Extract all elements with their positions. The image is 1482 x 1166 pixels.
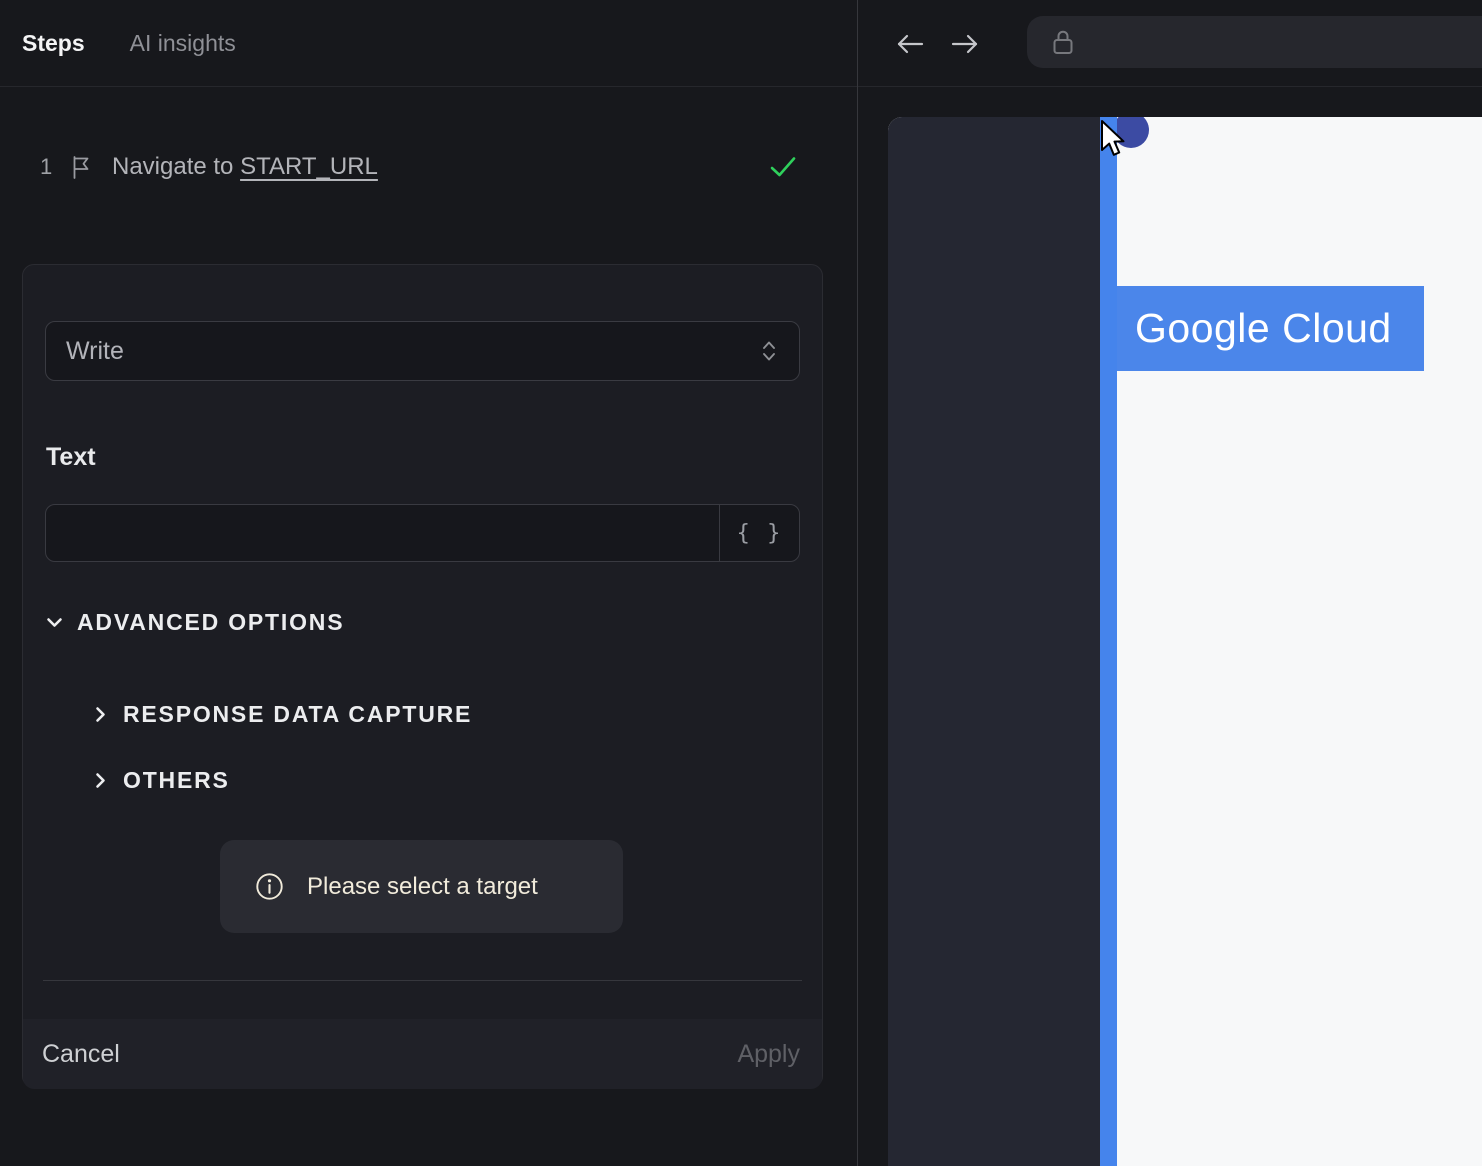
step-number: 1 bbox=[40, 154, 53, 179]
text-field-label: Text bbox=[46, 443, 96, 471]
start-url-link[interactable]: START_URL bbox=[240, 153, 378, 180]
chevron-down-icon bbox=[45, 613, 64, 632]
step-title: Navigate to START_URL bbox=[112, 153, 378, 181]
flag-icon bbox=[70, 155, 93, 180]
app-window: Steps AI insights 1 Navigate to START_UR… bbox=[0, 0, 1482, 1166]
insert-variable-button[interactable]: { } bbox=[719, 505, 799, 561]
action-select[interactable]: Write bbox=[45, 321, 800, 381]
editor-footer: Cancel Apply bbox=[23, 1019, 822, 1089]
select-target-hint: Please select a target bbox=[220, 840, 623, 933]
check-icon bbox=[768, 155, 798, 179]
advanced-options-label: ADVANCED OPTIONS bbox=[77, 608, 345, 635]
response-data-capture-label: RESPONSE DATA CAPTURE bbox=[123, 700, 473, 727]
others-toggle[interactable]: OTHERS bbox=[91, 765, 230, 795]
info-icon bbox=[254, 871, 285, 902]
others-label: OTHERS bbox=[123, 766, 230, 793]
lock-icon bbox=[1051, 28, 1075, 56]
browser-viewport: Google Cloud bbox=[888, 117, 1482, 1166]
forward-button[interactable] bbox=[949, 29, 981, 59]
step-title-prefix: Navigate to bbox=[112, 153, 241, 180]
cancel-button[interactable]: Cancel bbox=[42, 1040, 120, 1069]
footer-divider bbox=[43, 980, 802, 981]
browser-panel: Google Cloud bbox=[858, 0, 1482, 1166]
mouse-cursor bbox=[1101, 120, 1125, 156]
google-cloud-label: Google Cloud bbox=[1135, 305, 1392, 351]
tab-ai-insights[interactable]: AI insights bbox=[130, 30, 236, 57]
apply-button[interactable]: Apply bbox=[737, 1040, 800, 1069]
response-data-capture-toggle[interactable]: RESPONSE DATA CAPTURE bbox=[91, 699, 472, 729]
text-input[interactable] bbox=[46, 505, 719, 561]
browser-topbar bbox=[858, 0, 1482, 87]
steps-panel: Steps AI insights 1 Navigate to START_UR… bbox=[0, 0, 857, 1166]
step-editor-card: Write Text { } ADVANCED OPTIONS RESPONSE… bbox=[22, 264, 823, 1089]
google-cloud-banner[interactable]: Google Cloud bbox=[1117, 286, 1424, 371]
text-input-group: { } bbox=[45, 504, 800, 562]
hint-text: Please select a target bbox=[307, 872, 538, 900]
step-row[interactable]: 1 Navigate to START_URL bbox=[0, 143, 857, 191]
address-bar[interactable] bbox=[1027, 16, 1482, 68]
chevron-right-icon bbox=[91, 771, 110, 790]
left-topbar: Steps AI insights bbox=[0, 0, 857, 87]
back-button[interactable] bbox=[894, 29, 926, 59]
action-select-value: Write bbox=[66, 336, 124, 365]
arrow-right-icon bbox=[951, 34, 978, 54]
highlight-stripe bbox=[1100, 117, 1117, 1166]
unfold-icon bbox=[759, 339, 779, 363]
page-sidebar bbox=[888, 117, 1100, 1166]
tab-steps[interactable]: Steps bbox=[22, 30, 85, 57]
chevron-right-icon bbox=[91, 705, 110, 724]
arrow-left-icon bbox=[897, 34, 924, 54]
advanced-options-toggle[interactable]: ADVANCED OPTIONS bbox=[45, 607, 344, 637]
